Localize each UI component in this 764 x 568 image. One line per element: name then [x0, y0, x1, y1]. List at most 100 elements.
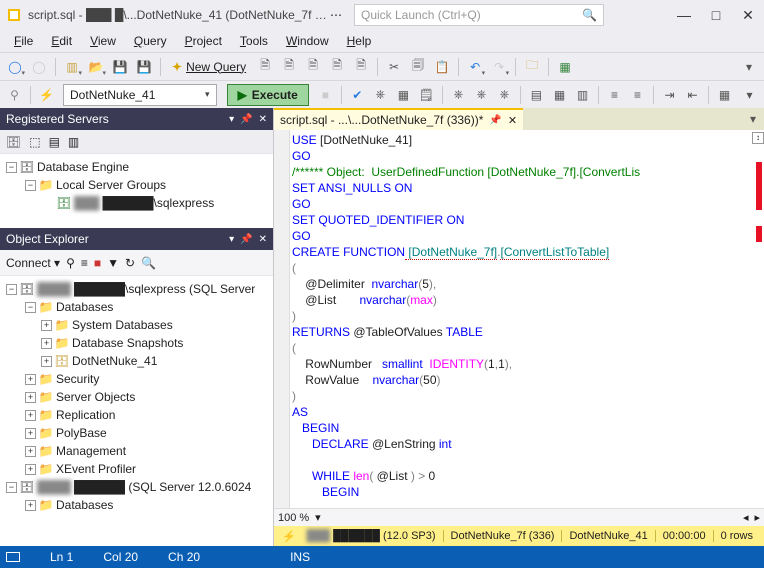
minimize-button[interactable]: — — [674, 7, 694, 24]
integration-icon[interactable]: ▥ — [68, 135, 79, 149]
object-explorer-header[interactable]: Object Explorer ▾ 📌 ✕ — [0, 228, 273, 250]
report-icon[interactable]: ▤ — [49, 135, 60, 149]
results-grid-icon[interactable]: ▦ — [549, 84, 570, 106]
zoom-dropdown-icon[interactable]: ▾ — [315, 511, 321, 524]
menu-edit[interactable]: Edit — [43, 32, 80, 50]
copy-button[interactable]: 🗐 — [407, 56, 429, 78]
live-stats-icon[interactable]: ⎈ — [471, 84, 492, 106]
find-button[interactable]: 🗀 — [521, 56, 543, 78]
panel-close-icon[interactable]: ✕ — [259, 114, 267, 125]
mdx-query-icon[interactable]: 🗎 — [302, 56, 324, 78]
database-combo[interactable]: DotNetNuke_41 — [63, 84, 217, 106]
maximize-button[interactable]: □ — [706, 7, 726, 24]
quick-launch-input[interactable]: Quick Launch (Ctrl+Q) 🔍 — [354, 4, 604, 26]
new-query-button[interactable]: ✦ New Query — [166, 56, 252, 78]
execute-button[interactable]: ▶ Execute — [227, 84, 309, 106]
oe-polybase[interactable]: +📁PolyBase — [2, 424, 271, 442]
menu-view[interactable]: View — [82, 32, 124, 50]
tree-row-local-groups[interactable]: −📁Local Server Groups — [2, 176, 271, 194]
oe-serverobj[interactable]: +📁Server Objects — [2, 388, 271, 406]
oe-snapshots[interactable]: +📁Database Snapshots — [2, 334, 271, 352]
db-engine-icon[interactable]: 🗄 — [6, 135, 21, 149]
xmla-query-icon[interactable]: 🗎 — [350, 56, 372, 78]
menu-query[interactable]: Query — [126, 32, 175, 50]
paste-button[interactable]: 📋 — [431, 56, 453, 78]
status-ins: INS — [290, 550, 310, 564]
tabstrip-overflow-icon[interactable]: ▾ — [742, 108, 764, 130]
undo-button[interactable]: ↶ — [464, 56, 486, 78]
menu-help[interactable]: Help — [339, 32, 380, 50]
oe-search-icon[interactable]: 🔍 — [141, 256, 156, 270]
estimated-plan-icon[interactable]: ⎈ — [370, 84, 391, 106]
oe-replication[interactable]: +📁Replication — [2, 406, 271, 424]
oe-security[interactable]: +📁Security — [2, 370, 271, 388]
scroll-left-icon[interactable]: ◂ — [743, 511, 749, 524]
menu-tools[interactable]: Tools — [232, 32, 276, 50]
oe-server-1[interactable]: −🗄██████████\sqlexpress (SQL Server — [2, 280, 271, 298]
panel-menu-icon[interactable]: ▾ — [229, 114, 234, 125]
query-options-icon[interactable]: ▦ — [393, 84, 414, 106]
oe-server-2[interactable]: −🗄██████████ (SQL Server 12.0.6024 — [2, 478, 271, 496]
overflow-icon[interactable]: ⋯ — [328, 8, 344, 22]
registered-servers-header[interactable]: Registered Servers ▾ 📌 ✕ — [0, 108, 273, 130]
toolbar2-overflow-icon[interactable]: ▾ — [739, 84, 760, 106]
oe-connect-icon[interactable]: ⚲ — [66, 256, 75, 270]
tab-close-icon[interactable]: ✕ — [508, 114, 517, 127]
back-button[interactable]: ◯ — [4, 56, 26, 78]
as-query-icon[interactable]: 🗎 — [278, 56, 300, 78]
save-all-button[interactable]: 💾 — [133, 56, 155, 78]
save-button[interactable]: 💾 — [109, 56, 131, 78]
oe-xevent[interactable]: +📁XEvent Profiler — [2, 460, 271, 478]
forward-button[interactable]: ◯ — [28, 56, 50, 78]
oe-refresh-icon[interactable]: ↻ — [125, 256, 135, 270]
activity-monitor-icon[interactable]: ▦ — [554, 56, 576, 78]
split-icon[interactable]: ↕ — [752, 132, 764, 144]
dmx-query-icon[interactable]: 🗎 — [326, 56, 348, 78]
oe-databases-2[interactable]: +📁Databases — [2, 496, 271, 514]
oe-management[interactable]: +📁Management — [2, 442, 271, 460]
oe-filter-icon[interactable]: ▼ — [107, 256, 119, 270]
change-connection-icon[interactable]: ⚲ — [4, 84, 25, 106]
tree-row-db-engine[interactable]: −🗄Database Engine — [2, 158, 271, 176]
intellisense-icon[interactable]: 🗒 — [416, 84, 437, 106]
close-button[interactable]: ✕ — [738, 7, 758, 24]
client-stats-icon[interactable]: ⎈ — [494, 84, 515, 106]
menu-project[interactable]: Project — [177, 32, 230, 50]
results-text-icon[interactable]: ▤ — [526, 84, 547, 106]
panel-menu-icon[interactable]: ▾ — [229, 234, 234, 245]
oe-dnn41[interactable]: +🗄DotNetNuke_41 — [2, 352, 271, 370]
code-editor[interactable]: ↕ USE [DotNetNuke_41] GO /****** Object:… — [274, 130, 764, 508]
oe-databases[interactable]: −📁Databases — [2, 298, 271, 316]
pin-icon[interactable]: 📌 — [240, 234, 252, 245]
de-query-icon[interactable]: 🗎 — [254, 56, 276, 78]
connect-dropdown[interactable]: Connect ▾ — [6, 256, 60, 270]
panel-close-icon[interactable]: ✕ — [259, 234, 267, 245]
comment-icon[interactable]: ≡ — [604, 84, 625, 106]
pin-icon[interactable]: 📌 — [240, 114, 252, 125]
oe-stop-icon[interactable]: ■ — [94, 256, 101, 270]
uncomment-icon[interactable]: ≡ — [627, 84, 648, 106]
results-file-icon[interactable]: ▥ — [572, 84, 593, 106]
specify-values-icon[interactable]: ▦ — [714, 84, 735, 106]
cube-icon[interactable]: ⬚ — [29, 135, 40, 149]
cancel-query-button[interactable]: ■ — [315, 84, 336, 106]
menu-window[interactable]: Window — [278, 32, 337, 50]
editor-tab[interactable]: script.sql - ...\...DotNetNuke_7f (336))… — [274, 108, 523, 130]
oe-disconnect-icon[interactable]: ≡ — [81, 256, 88, 270]
pin-icon[interactable]: 📌 — [489, 115, 501, 126]
open-button[interactable]: 📂 — [85, 56, 107, 78]
outdent-icon[interactable]: ⇤ — [682, 84, 703, 106]
cut-button[interactable]: ✂ — [383, 56, 405, 78]
menu-file[interactable]: File — [6, 32, 41, 50]
scroll-right-icon[interactable]: ▸ — [754, 511, 760, 524]
toolbar-overflow-icon[interactable]: ▾ — [738, 56, 760, 78]
zoom-level[interactable]: 100 % — [278, 512, 309, 524]
tree-row-server[interactable]: 🗄█████████\sqlexpress — [2, 194, 271, 212]
redo-button[interactable]: ↷ — [488, 56, 510, 78]
new-project-button[interactable]: ▥ — [61, 56, 83, 78]
connect-icon[interactable]: ⚡ — [36, 84, 57, 106]
parse-button[interactable]: ✔ — [347, 84, 368, 106]
oe-sysdb[interactable]: +📁System Databases — [2, 316, 271, 334]
actual-plan-icon[interactable]: ⎈ — [448, 84, 469, 106]
indent-icon[interactable]: ⇥ — [659, 84, 680, 106]
